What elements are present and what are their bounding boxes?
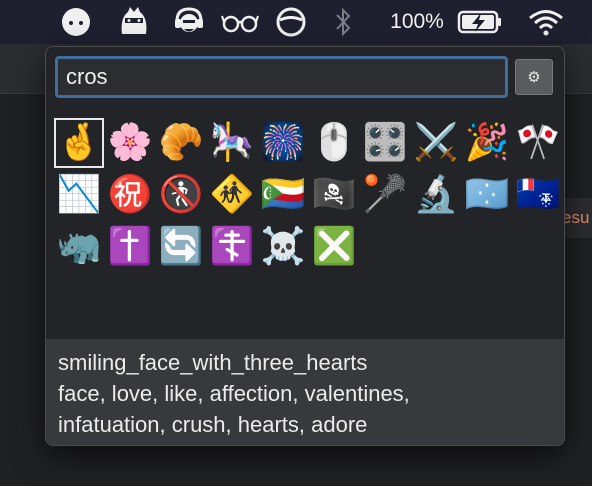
emoji-cell[interactable]: ⚔️ xyxy=(411,118,461,168)
emoji-cell[interactable]: 🇹🇫 xyxy=(513,170,563,220)
emoji-cell[interactable]: 🏴‍☠️ xyxy=(309,170,359,220)
background-text-fragment: esu xyxy=(562,198,592,238)
wifi-icon[interactable] xyxy=(524,0,568,44)
emoji-cell[interactable]: 🚷 xyxy=(156,170,206,220)
emoji-keywords-line-2: infatuation, crush, hearts, adore xyxy=(58,412,368,437)
gear-icon: ⚙ xyxy=(527,68,541,86)
emoji-cell[interactable]: 🥍 xyxy=(360,170,410,220)
finder-face-icon[interactable] xyxy=(56,0,96,44)
emoji-cell[interactable]: 📉 xyxy=(54,170,104,220)
battery-charging-icon[interactable] xyxy=(455,0,505,44)
emoji-cell[interactable]: 🔄 xyxy=(156,222,206,272)
bluetooth-icon[interactable] xyxy=(330,0,356,44)
ninja-cat-icon[interactable] xyxy=(114,0,154,44)
emoji-name: smiling_face_with_three_hearts xyxy=(58,350,368,375)
emoji-cell[interactable]: 🦏 xyxy=(54,222,104,272)
emoji-cell[interactable]: ㊗️ xyxy=(105,170,155,220)
emoji-cell[interactable]: ☠️ xyxy=(258,222,308,272)
monitor-person-icon[interactable] xyxy=(169,0,209,44)
emoji-cell[interactable]: 🌸 xyxy=(105,118,155,168)
emoji-cell[interactable]: 🎌 xyxy=(513,118,563,168)
emoji-cell[interactable]: 🎉 xyxy=(462,118,512,168)
circle-slash-icon[interactable] xyxy=(271,0,311,44)
emoji-cell[interactable]: 🇫🇲 xyxy=(462,170,512,220)
emoji-cell[interactable]: 🇰🇲 xyxy=(258,170,308,220)
emoji-keywords-line-1: face, love, like, affection, valentines, xyxy=(58,381,410,406)
settings-button[interactable]: ⚙ xyxy=(515,59,553,95)
emoji-cell[interactable]: 🤞 xyxy=(54,118,104,168)
emoji-cell[interactable]: ☦️ xyxy=(207,222,257,272)
emoji-cell[interactable]: 🥐 xyxy=(156,118,206,168)
emoji-cell[interactable]: 🖱️ xyxy=(309,118,359,168)
emoji-picker-popup: cros ⚙ 🤞 🌸 🥐 🎠 🎆 🖱️ 🎛️ ⚔️ 🎉 🎌 📉 ㊗️ 🚷 🚸 🇰🇲 🏴‍☠️ 🥍 🔬 🇫🇲 🇹🇫 🦏 ✝️… xyxy=(45,46,565,446)
battery-percent: 100% xyxy=(390,10,444,33)
emoji-detail-panel: smiling_face_with_three_hearts face, lov… xyxy=(46,339,564,445)
glasses-icon[interactable] xyxy=(220,0,260,44)
emoji-cell[interactable]: ❎ xyxy=(309,222,359,272)
emoji-grid: 🤞 🌸 🥐 🎠 🎆 🖱️ 🎛️ ⚔️ 🎉 🎌 📉 ㊗️ 🚷 🚸 🇰🇲 🏴‍☠️ 🥍 🔬 🇫🇲 🇹🇫 🦏 ✝️ 🔄 ☦️ ☠️ ❎ xyxy=(54,118,560,338)
emoji-cell[interactable]: 🎛️ xyxy=(360,118,410,168)
emoji-cell[interactable]: ✝️ xyxy=(105,222,155,272)
menu-bar: 100% xyxy=(0,0,592,44)
emoji-cell[interactable]: 🔬 xyxy=(411,170,461,220)
emoji-cell[interactable]: 🚸 xyxy=(207,170,257,220)
emoji-cell[interactable]: 🎠 xyxy=(207,118,257,168)
search-input[interactable]: cros xyxy=(55,56,508,98)
emoji-cell[interactable]: 🎆 xyxy=(258,118,308,168)
